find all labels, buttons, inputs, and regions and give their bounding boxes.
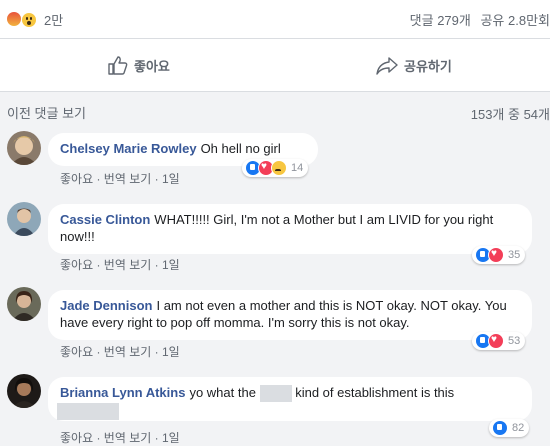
comment-text-after: kind of establishment is this	[295, 385, 455, 400]
translate-link[interactable]: 번역 보기	[104, 345, 152, 359]
comment-actions: 좋아요 · 번역 보기 · 1일	[60, 172, 180, 186]
comment-author[interactable]: Cassie Clinton	[60, 212, 150, 227]
avatar[interactable]	[7, 202, 41, 236]
comment-bubble: Jade Dennison I am not even a mother and …	[48, 290, 532, 340]
like-reaction-icon	[492, 420, 508, 436]
comment-timestamp[interactable]: 1일	[162, 258, 180, 272]
redacted-word	[259, 385, 292, 403]
reaction-count: 53	[508, 335, 521, 347]
like-button[interactable]: 좋아요	[108, 56, 170, 75]
avatar[interactable]	[7, 131, 41, 165]
angry-reaction-icon	[7, 12, 21, 26]
share-label: 공유하기	[404, 59, 452, 74]
comment-timestamp[interactable]: 1일	[162, 345, 180, 359]
post-reactions[interactable]: 2만	[0, 0, 80, 38]
avatar[interactable]	[7, 374, 41, 408]
comment-timestamp[interactable]: 1일	[162, 431, 180, 445]
share-arrow-icon	[376, 56, 398, 75]
avatar-image	[7, 202, 41, 236]
comment-actions: 좋아요 · 번역 보기 · 1일	[60, 431, 180, 445]
comment-reactions[interactable]: 35	[472, 246, 526, 264]
reaction-count: 14	[291, 162, 304, 174]
comment-like-link[interactable]: 좋아요	[60, 345, 93, 359]
comment-author[interactable]: Chelsey Marie Rowley	[60, 141, 197, 156]
love-reaction-icon	[488, 333, 504, 349]
comment-reactions[interactable]: 53	[472, 332, 526, 350]
reaction-count: 82	[512, 422, 525, 434]
comment-author[interactable]: Brianna Lynn Atkins	[60, 385, 185, 400]
comment-count-link[interactable]: 댓글 279개	[410, 13, 471, 28]
translate-link[interactable]: 번역 보기	[104, 172, 152, 186]
comment-bubble: Brianna Lynn Atkins yo what the kind of e…	[48, 377, 532, 421]
wow-reaction-icon	[21, 12, 37, 28]
comment-text: Oh hell no girl	[200, 141, 281, 156]
sad-reaction-icon	[271, 160, 287, 176]
comment-timestamp[interactable]: 1일	[162, 172, 180, 186]
comment-text-before: yo what the	[189, 385, 256, 400]
translate-link[interactable]: 번역 보기	[104, 431, 152, 445]
comment-bubble: Cassie Clinton WHAT!!!!! Girl, I'm not a …	[48, 204, 532, 254]
like-label: 좋아요	[134, 59, 170, 74]
comment-reactions[interactable]: 82	[489, 419, 530, 437]
reaction-count[interactable]: 2만	[44, 10, 63, 29]
avatar[interactable]	[7, 287, 41, 321]
comment-like-link[interactable]: 좋아요	[60, 258, 93, 272]
divider	[0, 38, 550, 39]
reaction-count: 35	[508, 249, 521, 261]
avatar-image	[7, 287, 41, 321]
comment-actions: 좋아요 · 번역 보기 · 1일	[60, 345, 180, 359]
thumbs-up-icon	[108, 56, 128, 75]
share-count-link[interactable]: 공유 2.8만회	[480, 13, 550, 28]
love-reaction-icon	[488, 247, 504, 263]
comment-like-link[interactable]: 좋아요	[60, 172, 93, 186]
share-button[interactable]: 공유하기	[376, 56, 452, 75]
comment-author[interactable]: Jade Dennison	[60, 298, 152, 313]
view-previous-comments-link[interactable]: 이전 댓글 보기	[7, 103, 86, 122]
comment-like-link[interactable]: 좋아요	[60, 431, 93, 445]
avatar-image	[7, 131, 41, 165]
avatar-image	[7, 374, 41, 408]
post-stats: 댓글 279개 공유 2.8만회	[410, 10, 550, 29]
comment-actions: 좋아요 · 번역 보기 · 1일	[60, 258, 180, 272]
translate-link[interactable]: 번역 보기	[104, 258, 152, 272]
comments-page-count: 153개 중 54개	[470, 107, 550, 122]
comment-reactions[interactable]: 14	[242, 159, 309, 177]
redacted-text	[57, 403, 119, 421]
